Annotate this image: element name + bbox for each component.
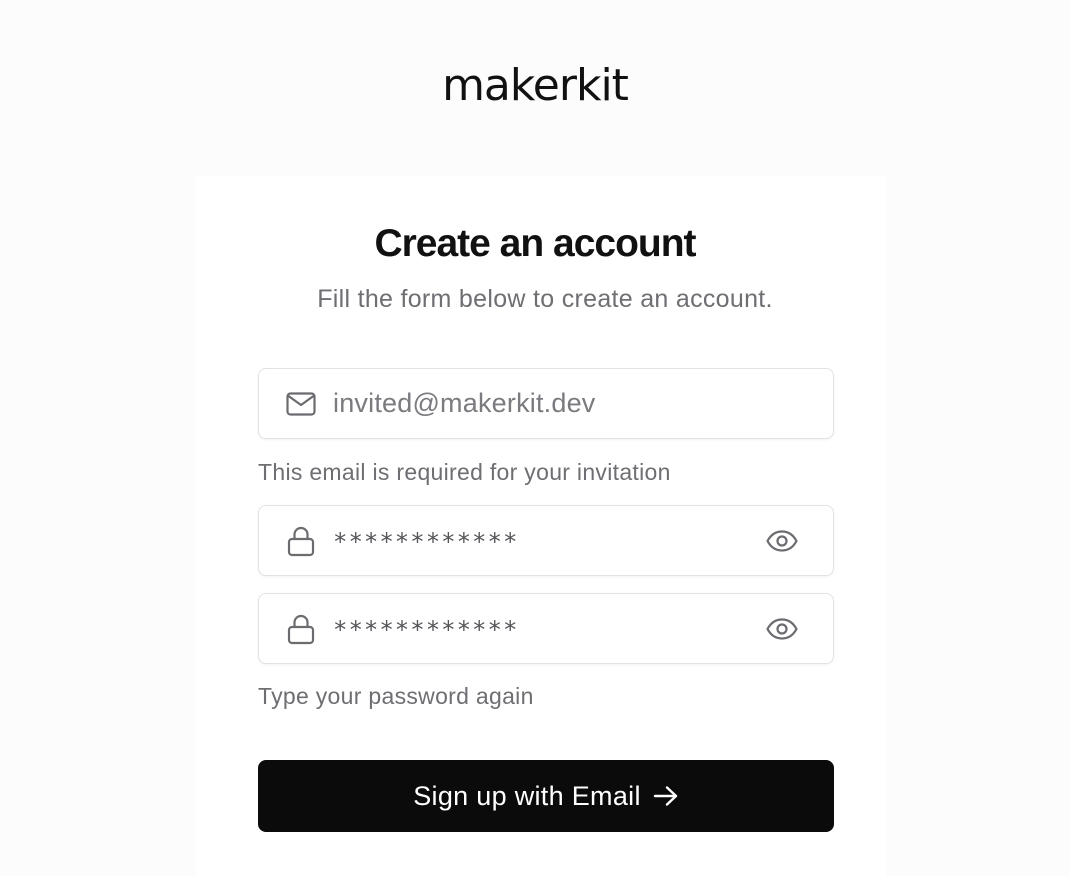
repeat-password-input[interactable]: ************ xyxy=(333,594,518,663)
repeat-password-hint: Type your password again xyxy=(258,683,534,709)
email-hint: This email is required for your invitati… xyxy=(258,459,671,485)
lock-icon xyxy=(285,613,317,645)
sign-up-button-label: Sign up with Email xyxy=(413,780,641,811)
page-subtitle: Fill the form below to create an account… xyxy=(317,285,773,313)
password-field[interactable]: ************ xyxy=(258,505,834,576)
eye-icon[interactable] xyxy=(765,524,799,558)
sign-up-button[interactable]: Sign up with Email xyxy=(258,760,834,832)
repeat-password-field[interactable]: ************ xyxy=(258,593,834,664)
signup-page: makerkit Create an account Fill the form… xyxy=(0,0,1070,876)
password-input[interactable]: ************ xyxy=(333,506,518,575)
email-field[interactable]: invited@makerkit.dev xyxy=(258,368,834,439)
email-input[interactable]: invited@makerkit.dev xyxy=(333,369,596,438)
page-title: Create an account xyxy=(374,222,696,265)
lock-icon xyxy=(285,525,317,557)
eye-icon[interactable] xyxy=(765,612,799,646)
makerkit-logo[interactable]: makerkit xyxy=(0,60,1070,111)
mail-icon xyxy=(285,388,317,420)
arrow-right-icon xyxy=(653,785,679,807)
